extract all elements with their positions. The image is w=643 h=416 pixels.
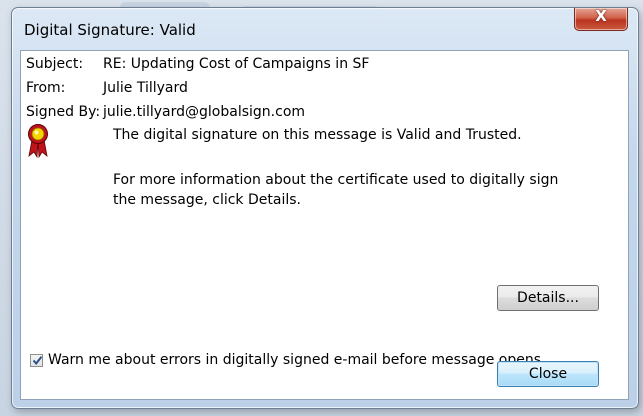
close-button[interactable]: Close	[497, 361, 599, 387]
checkmark-icon	[32, 356, 43, 366]
dialog-content: Subject: RE: Updating Cost of Campaigns …	[20, 50, 629, 400]
details-info-line-2: the message, click Details.	[113, 192, 301, 208]
title-bar[interactable]: Digital Signature: Valid X	[12, 7, 638, 50]
dialog-window: Digital Signature: Valid X Subject: RE: …	[11, 7, 639, 409]
signed-by-value: julie.tillyard@globalsign.com	[103, 104, 306, 120]
close-icon: X	[595, 7, 607, 25]
details-button[interactable]: Details...	[497, 285, 599, 311]
from-label: From:	[26, 80, 66, 96]
signature-status-message: The digital signature on this message is…	[113, 127, 522, 143]
window-title: Digital Signature: Valid	[24, 21, 196, 39]
details-info-line-1: For more information about the certifica…	[113, 172, 559, 188]
certificate-ribbon-icon	[28, 124, 48, 159]
warn-checkbox[interactable]	[30, 354, 43, 367]
warn-checkbox-label[interactable]: Warn me about errors in digitally signed…	[48, 352, 545, 368]
subject-label: Subject:	[26, 56, 84, 72]
signed-by-label: Signed By:	[26, 104, 101, 120]
subject-value: RE: Updating Cost of Campaigns in SF	[103, 56, 370, 72]
from-value: Julie Tillyard	[103, 80, 188, 96]
window-close-button[interactable]: X	[574, 7, 628, 31]
